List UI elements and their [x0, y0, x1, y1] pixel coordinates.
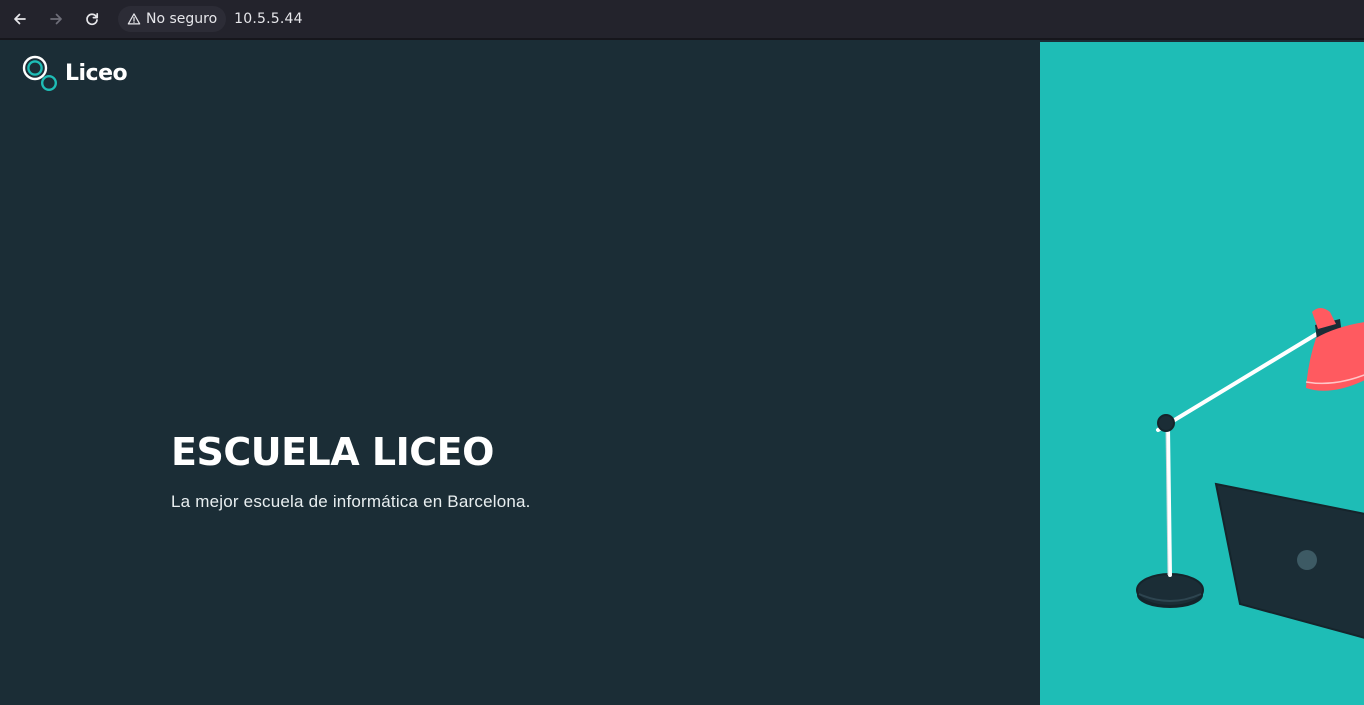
- logo-text: Liceo: [65, 60, 128, 86]
- laptop-logo: [1297, 550, 1317, 570]
- desk-lamp-illustration: [1136, 308, 1364, 639]
- laptop-shape: [1214, 482, 1364, 639]
- back-button[interactable]: [9, 8, 31, 30]
- arrow-right-icon: [50, 13, 62, 25]
- logo-circles-icon: [22, 55, 58, 92]
- warning-triangle-icon: [127, 13, 141, 25]
- reload-icon: [86, 12, 99, 26]
- hero-section: Liceo ESCUELA LICEO La mejor escuela de …: [0, 42, 1040, 705]
- security-label: No seguro: [146, 11, 218, 27]
- browser-toolbar: No seguro 10.5.5.44: [0, 0, 1364, 40]
- hero-illustration-panel: [1040, 42, 1364, 705]
- arrow-left-icon: [14, 13, 26, 25]
- forward-button[interactable]: [45, 8, 67, 30]
- lamp-lower-arm: [1166, 426, 1172, 577]
- url-text[interactable]: 10.5.5.44: [234, 11, 303, 27]
- lamp-joint: [1157, 414, 1175, 432]
- lamp-shade: [1306, 322, 1364, 391]
- lamp-upper-arm: [1156, 330, 1322, 432]
- hero-title: ESCUELA LICEO: [171, 430, 494, 474]
- page-content: Liceo ESCUELA LICEO La mejor escuela de …: [0, 42, 1364, 705]
- security-indicator[interactable]: No seguro: [118, 6, 227, 32]
- reload-button[interactable]: [81, 8, 103, 30]
- hero-subtitle: La mejor escuela de informática en Barce…: [171, 492, 531, 511]
- site-logo[interactable]: Liceo: [22, 55, 128, 93]
- address-bar[interactable]: No seguro 10.5.5.44: [118, 6, 1338, 32]
